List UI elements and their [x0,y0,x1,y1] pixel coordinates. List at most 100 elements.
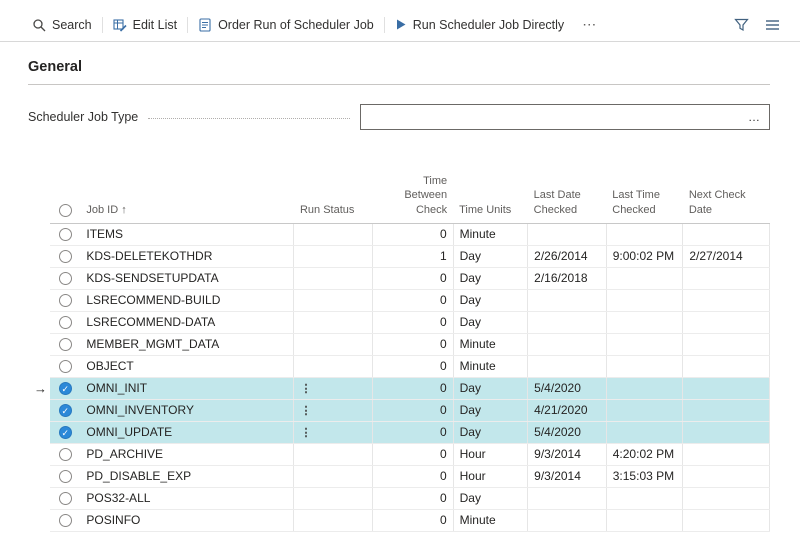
cell-job-id: KDS-DELETEKOTHDR [80,245,294,267]
cell-job-id: OMNI_UPDATE [80,421,294,443]
cell-time-between-check: 0 [373,443,454,465]
row-select-radio[interactable] [59,338,72,351]
col-header-time-units[interactable]: Time Units [453,172,528,223]
table-row[interactable]: POSINFO0Minute [28,509,770,531]
row-ellipsis-menu[interactable]: ⋮ [300,426,311,439]
row-select-radio[interactable] [59,448,72,461]
row-select-radio[interactable] [59,272,72,285]
col-header-last-time-checked[interactable]: Last Time Checked [606,172,683,223]
cell-job-id: OMNI_INIT [80,377,294,399]
row-select-cell: ✓ [50,377,80,399]
cell-time-units: Day [453,245,528,267]
scheduler-job-type-field-row: Scheduler Job Type … [28,104,770,130]
row-selected-check-icon[interactable]: ✓ [59,382,72,395]
cell-job-id: OBJECT [80,355,294,377]
table-row[interactable]: KDS-DELETEKOTHDR1Day2/26/20149:00:02 PM2… [28,245,770,267]
cell-last-date-checked: 5/4/2020 [528,377,607,399]
list-view-icon[interactable] [765,19,780,31]
cell-run-status [294,355,373,377]
cell-run-status: ⋮ [294,399,373,421]
cell-next-check-date [683,267,770,289]
cell-job-id: OMNI_INVENTORY [80,399,294,421]
cell-last-time-checked [606,377,683,399]
table-row[interactable]: POS32-ALL0Day [28,487,770,509]
cell-time-units: Minute [453,223,528,245]
cell-run-status [294,223,373,245]
cell-run-status [294,289,373,311]
cell-last-time-checked [606,333,683,355]
cell-time-units: Day [453,267,528,289]
cell-last-time-checked [606,267,683,289]
row-arrow-spacer [28,311,50,333]
col-header-last-date-checked[interactable]: Last Date Checked [528,172,607,223]
general-section-header[interactable]: General [28,59,770,85]
cell-next-check-date [683,487,770,509]
row-arrow-spacer [28,267,50,289]
cell-job-id: PD_ARCHIVE [80,443,294,465]
row-arrow-spacer [28,223,50,245]
more-actions-button[interactable]: ⋯ [574,8,605,41]
row-selected-check-icon[interactable]: ✓ [59,426,72,439]
filter-icon[interactable] [734,18,749,32]
cell-time-between-check: 0 [373,355,454,377]
table-row[interactable]: ✓OMNI_UPDATE⋮0Day5/4/2020 [28,421,770,443]
cell-run-status [294,509,373,531]
table-row[interactable]: ITEMS0Minute [28,223,770,245]
search-button[interactable]: Search [22,8,102,41]
cell-job-id: LSRECOMMEND-BUILD [80,289,294,311]
order-run-button[interactable]: Order Run of Scheduler Job [188,8,384,41]
row-select-cell [50,267,80,289]
row-select-radio[interactable] [59,360,72,373]
assist-edit-button[interactable]: … [739,110,769,124]
cell-last-date-checked: 9/3/2014 [528,465,607,487]
scheduler-job-type-input[interactable] [361,105,739,129]
cell-next-check-date [683,399,770,421]
table-row[interactable]: LSRECOMMEND-BUILD0Day [28,289,770,311]
select-all-radio[interactable] [59,204,72,217]
row-select-cell [50,289,80,311]
table-row[interactable]: KDS-SENDSETUPDATA0Day2/16/2018 [28,267,770,289]
row-select-radio[interactable] [59,316,72,329]
row-select-radio[interactable] [59,294,72,307]
cell-job-id: POSINFO [80,509,294,531]
run-directly-button[interactable]: Run Scheduler Job Directly [385,8,574,41]
run-directly-label: Run Scheduler Job Directly [413,18,564,32]
col-header-run-status[interactable]: Run Status [294,172,373,223]
cell-last-time-checked: 3:15:03 PM [606,465,683,487]
col-header-next-check-date[interactable]: Next Check Date [683,172,770,223]
col-header-time-between-check[interactable]: Time Between Check [373,172,454,223]
row-select-radio[interactable] [59,228,72,241]
scheduler-job-type-input-box: … [360,104,770,130]
row-arrow-spacer [28,245,50,267]
table-row[interactable]: MEMBER_MGMT_DATA0Minute [28,333,770,355]
cell-time-between-check: 0 [373,465,454,487]
cell-last-time-checked [606,311,683,333]
row-select-radio[interactable] [59,514,72,527]
cell-next-check-date [683,223,770,245]
table-row[interactable]: OBJECT0Minute [28,355,770,377]
row-selected-check-icon[interactable]: ✓ [59,404,72,417]
row-ellipsis-menu[interactable]: ⋮ [300,382,311,395]
table-row[interactable]: →✓OMNI_INIT⋮0Day5/4/2020 [28,377,770,399]
table-row[interactable]: PD_DISABLE_EXP0Hour9/3/20143:15:03 PM [28,465,770,487]
cell-next-check-date [683,509,770,531]
table-row[interactable]: PD_ARCHIVE0Hour9/3/20144:20:02 PM [28,443,770,465]
table-row[interactable]: ✓OMNI_INVENTORY⋮0Day4/21/2020 [28,399,770,421]
table-row[interactable]: LSRECOMMEND-DATA0Day [28,311,770,333]
cell-time-units: Day [453,399,528,421]
cell-time-between-check: 1 [373,245,454,267]
row-select-radio[interactable] [59,492,72,505]
row-select-radio[interactable] [59,250,72,263]
cell-time-between-check: 0 [373,267,454,289]
cell-last-date-checked [528,289,607,311]
row-select-cell [50,223,80,245]
cell-last-time-checked: 9:00:02 PM [606,245,683,267]
edit-list-button[interactable]: Edit List [103,8,187,41]
col-header-job-id[interactable]: Job ID ↑ [80,172,294,223]
row-ellipsis-menu[interactable]: ⋮ [300,404,311,417]
row-arrow-spacer [28,421,50,443]
row-select-radio[interactable] [59,470,72,483]
cell-time-units: Minute [453,333,528,355]
document-icon [198,18,212,32]
cell-next-check-date [683,377,770,399]
